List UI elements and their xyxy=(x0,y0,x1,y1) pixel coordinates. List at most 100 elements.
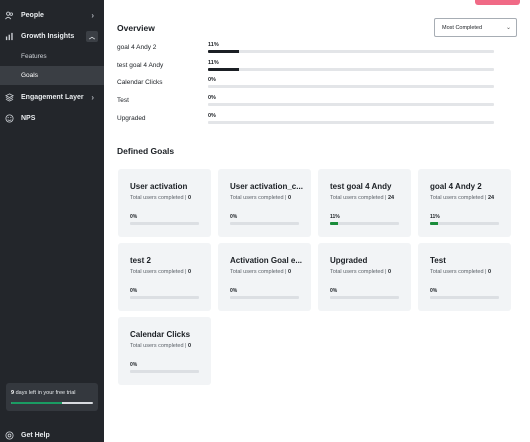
goal-card[interactable]: Test Total users completed | 0 0% xyxy=(418,243,511,311)
goal-card-percent: 0% xyxy=(130,362,138,368)
goal-card-percent: 11% xyxy=(330,214,340,220)
sidebar-item-label: People xyxy=(21,11,44,19)
goal-card-count: 0 xyxy=(388,269,392,275)
goal-card-sub-label: Total users completed | xyxy=(330,195,387,201)
sidebar-item-people[interactable]: People › xyxy=(0,5,104,25)
overview-row-percent: 0% xyxy=(208,95,216,101)
goal-card-title: User activation_c... xyxy=(230,182,303,191)
goal-card-count: 24 xyxy=(388,195,395,201)
goal-card[interactable]: goal 4 Andy 2 Total users completed | 24 1… xyxy=(418,169,511,237)
people-icon xyxy=(5,11,13,19)
bar-chart-icon xyxy=(5,32,13,40)
top-action-button[interactable] xyxy=(475,0,520,5)
goal-card-progress-bar xyxy=(430,222,499,225)
sort-dropdown-value: Most Completed xyxy=(442,24,483,31)
sort-dropdown[interactable]: Most Completed ⌄ xyxy=(434,18,517,37)
overview-row-label: goal 4 Andy 2 xyxy=(117,44,157,51)
sidebar-subitem-goals[interactable]: Goals xyxy=(0,66,104,85)
goal-card-progress-bar xyxy=(330,296,399,299)
overview-progress-fill xyxy=(208,50,240,53)
goal-card-sub-label: Total users completed | xyxy=(230,195,287,201)
goal-card-percent: 0% xyxy=(230,288,238,294)
goal-card-progress-fill xyxy=(330,222,338,225)
overview-progress-fill xyxy=(208,68,240,71)
goal-card-count: 0 xyxy=(188,269,192,275)
get-help-button[interactable]: Get Help xyxy=(0,425,104,442)
goal-card-progress-fill xyxy=(430,222,438,225)
goal-card-percent: 0% xyxy=(130,214,138,220)
goal-card-title: User activation xyxy=(130,182,188,191)
goal-card-subtitle: Total users completed | 0 xyxy=(130,269,191,275)
goal-card-progress-bar xyxy=(230,222,299,225)
overview-row: Upgraded 0% xyxy=(117,113,497,127)
overview-title: Overview xyxy=(117,23,155,33)
goal-card-percent: 0% xyxy=(330,288,338,294)
goal-card-title: Upgraded xyxy=(330,256,368,265)
sidebar-item-label: Engagement Layer xyxy=(21,93,84,101)
goal-card-progress-bar xyxy=(130,222,199,225)
goal-card-subtitle: Total users completed | 0 xyxy=(230,195,291,201)
goal-card-sub-label: Total users completed | xyxy=(430,269,487,275)
goal-card-percent: 0% xyxy=(230,214,238,220)
goal-card-subtitle: Total users completed | 0 xyxy=(330,269,391,275)
goal-card[interactable]: test 2 Total users completed | 0 0% xyxy=(118,243,211,311)
overview-row-percent: 0% xyxy=(208,113,216,119)
goal-card-progress-bar xyxy=(230,296,299,299)
overview-row-percent: 0% xyxy=(208,77,216,83)
goal-card-subtitle: Total users completed | 24 xyxy=(330,195,394,201)
sidebar-subitem-features[interactable]: Features xyxy=(0,47,104,66)
trial-days: 9 xyxy=(11,390,15,396)
nps-icon xyxy=(5,113,14,123)
overview-row-label: Upgraded xyxy=(117,115,146,122)
goal-card-progress-bar xyxy=(430,296,499,299)
goal-card-subtitle: Total users completed | 0 xyxy=(130,195,191,201)
goal-card[interactable]: test goal 4 Andy Total users completed | … xyxy=(318,169,411,237)
goal-card-subtitle: Total users completed | 24 xyxy=(430,195,494,201)
overview-progress-bar xyxy=(208,103,494,106)
goal-card-percent: 0% xyxy=(130,288,138,294)
sidebar-item-engagement-layer[interactable]: Engagement Layer › xyxy=(0,87,104,107)
overview-row: Test 0% xyxy=(117,95,497,109)
sidebar-subitem-label: Features xyxy=(21,53,47,60)
overview-row-label: Test xyxy=(117,97,129,104)
overview-progress-bar xyxy=(208,50,494,53)
help-icon xyxy=(5,430,14,440)
goal-card-title: goal 4 Andy 2 xyxy=(430,182,482,191)
chevron-up-icon[interactable]: ︿ xyxy=(86,30,98,42)
trial-card: 9 days left in your free trial xyxy=(6,383,98,411)
goal-card-progress-bar xyxy=(330,222,399,225)
goal-card-subtitle: Total users completed | 0 xyxy=(130,343,191,349)
layers-icon xyxy=(5,92,14,102)
trial-progress-bar xyxy=(11,402,93,404)
goal-card[interactable]: User activation Total users completed | 0… xyxy=(118,169,211,237)
goal-card-title: Activation Goal e... xyxy=(230,256,303,265)
get-help-label: Get Help xyxy=(21,431,50,439)
sidebar-item-growth-insights[interactable]: Growth Insights ︿ xyxy=(0,26,104,46)
goal-card[interactable]: Upgraded Total users completed | 0 0% xyxy=(318,243,411,311)
overview-row-label: test goal 4 Andy xyxy=(117,62,164,69)
overview-progress-bar xyxy=(208,121,494,124)
goal-card-sub-label: Total users completed | xyxy=(130,269,187,275)
overview-row-percent: 11% xyxy=(208,42,219,48)
goal-card-sub-label: Total users completed | xyxy=(130,343,187,349)
overview-progress-bar xyxy=(208,68,494,71)
goal-card-sub-label: Total users completed | xyxy=(430,195,487,201)
overview-row: Calendar Clicks 0% xyxy=(117,77,497,91)
goal-card[interactable]: Calendar Clicks Total users completed | 0… xyxy=(118,317,211,385)
goal-card[interactable]: User activation_c... Total users complete… xyxy=(218,169,311,237)
goal-card-sub-label: Total users completed | xyxy=(330,269,387,275)
goal-card-count: 0 xyxy=(188,195,192,201)
sidebar: People › Growth Insights ︿ Features Goal… xyxy=(0,0,104,442)
goal-card-percent: 0% xyxy=(430,288,438,294)
chevron-down-icon: ⌄ xyxy=(505,25,511,31)
trial-text: 9 days left in your free trial xyxy=(11,390,76,396)
defined-goals-title: Defined Goals xyxy=(117,146,175,156)
goal-card-count: 24 xyxy=(488,195,495,201)
chevron-right-icon: › xyxy=(91,92,94,102)
goal-card-sub-label: Total users completed | xyxy=(230,269,287,275)
overview-row-percent: 11% xyxy=(208,60,219,66)
overview-row-label: Calendar Clicks xyxy=(117,79,163,86)
goal-card[interactable]: Activation Goal e... Total users complete… xyxy=(218,243,311,311)
sidebar-item-nps[interactable]: NPS xyxy=(0,108,104,128)
sidebar-item-label: Growth Insights xyxy=(21,32,75,40)
